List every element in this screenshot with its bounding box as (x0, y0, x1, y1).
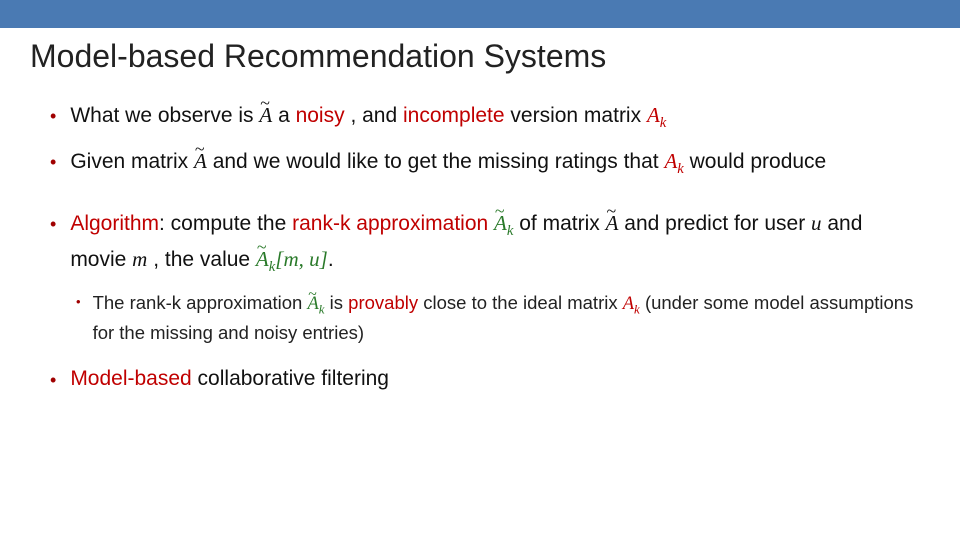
text-modelbased: Model-based (70, 367, 191, 390)
spacer (50, 347, 920, 363)
text: The rank-k approximation (93, 292, 308, 313)
text: is (330, 292, 349, 313)
bullet-1: • What we observe is ~A a noisy , and in… (50, 99, 920, 135)
symbol-Ak: Ak (647, 103, 666, 127)
text: A (623, 294, 634, 314)
bullet-4: • Model-based collaborative filtering (50, 363, 920, 397)
text-incomplete: incomplete (403, 104, 505, 127)
text: k (319, 302, 325, 317)
tilde-icon: ~ (606, 198, 616, 226)
tilde-icon: ~ (257, 234, 267, 262)
tilde-icon: ~ (260, 90, 270, 118)
symbol-Ak-tilde: ~Ak (494, 207, 513, 243)
symbol-Ak-tilde-index: ~Ak[m, u] (256, 247, 328, 271)
bullet-2-text: Given matrix ~A and we would like to get… (70, 145, 920, 181)
symbol-A-tilde: ~A (194, 145, 207, 178)
sub-bullet-1-text: The rank-k approximation ~Ak is provably… (93, 289, 920, 347)
slide-title: Model-based Recommendation Systems (30, 38, 960, 75)
slide: Model-based Recommendation Systems • Wha… (0, 0, 960, 540)
text: , the value (153, 248, 256, 271)
sub-bullet-1: • The rank-k approximation ~Ak is provab… (76, 289, 920, 347)
text: : compute the (159, 212, 292, 235)
bullet-dot-icon: • (76, 289, 81, 347)
text: , (299, 247, 310, 271)
bullet-1-text: What we observe is ~A a noisy , and inco… (70, 99, 920, 135)
text-rankk: rank-k approximation (292, 212, 488, 235)
text-provably: provably (348, 292, 418, 313)
text: m (283, 247, 298, 271)
text-algorithm: Algorithm (70, 212, 159, 235)
text: of matrix (519, 212, 605, 235)
symbol-A-tilde: ~A (259, 99, 272, 132)
header-band (0, 0, 960, 28)
tilde-icon: ~ (308, 283, 317, 307)
spacer (50, 191, 920, 207)
text: . (328, 248, 334, 271)
text: would produce (690, 150, 827, 173)
bullet-3: • Algorithm: compute the rank-k approxim… (50, 207, 920, 279)
text: and predict for user (624, 212, 811, 235)
tilde-icon: ~ (495, 198, 505, 226)
bullet-3-text: Algorithm: compute the rank-k approximat… (70, 207, 920, 279)
slide-body: • What we observe is ~A a noisy , and in… (50, 99, 920, 397)
text: k (660, 115, 667, 131)
text: collaborative filtering (192, 367, 389, 390)
text: and we would like to get the missing rat… (213, 150, 665, 173)
symbol-Ak: Ak (623, 294, 640, 314)
text: What we observe is (70, 104, 259, 127)
text: a (278, 104, 296, 127)
text: k (507, 223, 514, 239)
text: A (664, 149, 677, 173)
text: k (634, 302, 640, 317)
text: close to the ideal matrix (423, 292, 622, 313)
text: ] (320, 247, 328, 271)
text: k (677, 161, 684, 177)
bullet-4-text: Model-based collaborative filtering (70, 363, 920, 397)
text: u (309, 247, 320, 271)
symbol-Ak: Ak (664, 149, 683, 173)
tilde-icon: ~ (195, 136, 205, 164)
bullet-dot-icon: • (50, 145, 56, 181)
symbol-A-tilde: ~A (606, 207, 619, 240)
text: A (647, 103, 660, 127)
text-noisy: noisy (296, 104, 345, 127)
symbol-m: m (132, 247, 147, 271)
symbol-u: u (811, 211, 822, 235)
symbol-Ak-tilde: ~Ak (307, 291, 324, 319)
bullet-dot-icon: • (50, 207, 56, 279)
bullet-dot-icon: • (50, 99, 56, 135)
text: Given matrix (70, 150, 194, 173)
text: , and (350, 104, 403, 127)
text: version matrix (510, 104, 647, 127)
bullet-2: • Given matrix ~A and we would like to g… (50, 145, 920, 181)
bullet-dot-icon: • (50, 363, 56, 397)
